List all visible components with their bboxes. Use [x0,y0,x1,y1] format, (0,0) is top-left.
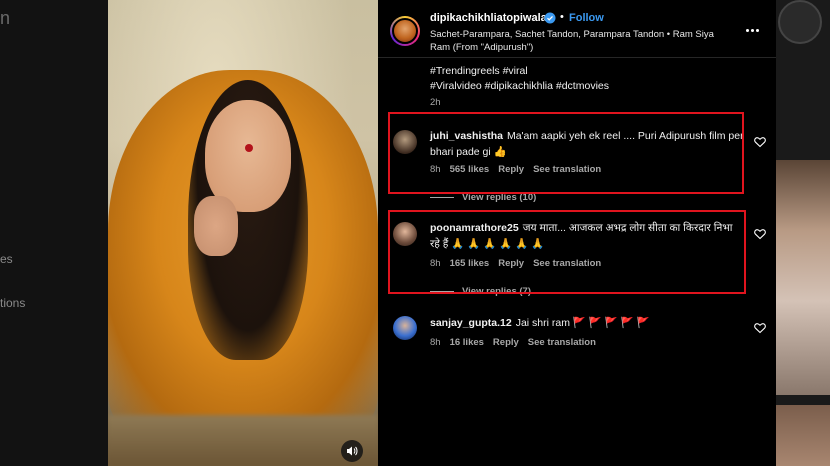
see-translation-button[interactable]: See translation [528,337,596,348]
sidebar-ghost-glyph: n [0,8,11,28]
follow-button[interactable]: Follow [569,12,604,24]
caption-hashtags[interactable]: #Viralvideo #dipikachikhlia #dctmovies [430,79,609,94]
caption-hashtags[interactable]: #Trendingreels #viral [430,64,609,79]
comment-likes[interactable]: 16 likes [450,337,484,348]
dimmed-avatar [778,0,822,44]
audio-track-link[interactable]: Sachet-Parampara, Sachet Tandon, Parampa… [430,28,730,54]
commenter-avatar[interactable] [393,316,417,340]
sidebar-ghost-item: es [0,252,13,266]
video-hand [194,196,238,256]
commenter-username[interactable]: sanjay_gupta.12 [430,317,512,329]
comments-panel: dipikachikhliatopiwala • Follow Sachet-P… [378,0,776,466]
comment-time: 8h [430,337,441,348]
caption-timestamp: 2h [430,97,441,108]
highlight-box [388,210,746,294]
comment-meta: 8h 16 likes Reply See translation [430,337,596,348]
sidebar-ghost-item: tions [0,296,26,310]
sound-toggle-button[interactable] [341,440,363,462]
more-options-icon [746,28,749,32]
highlight-box [388,112,744,194]
heart-icon[interactable] [754,322,766,334]
separator-dot: • [560,11,564,23]
video-bottom [108,415,378,466]
speaker-icon [347,446,358,456]
verified-badge-icon [544,12,556,24]
dimmed-photo [776,405,830,466]
dimmed-sidebar: n es tions [0,0,108,466]
video-bindi [245,144,253,152]
author-username[interactable]: dipikachikhliatopiwala [430,12,547,24]
post-header: dipikachikhliatopiwala • Follow Sachet-P… [378,0,776,58]
more-options-button[interactable] [746,22,766,38]
dimmed-background-right [776,0,830,466]
comment-item: sanjay_gupta.12 Jai shri ram 🚩 🚩 🚩 🚩 🚩 8h… [378,306,776,356]
reply-button[interactable]: Reply [493,337,519,348]
heart-icon[interactable] [754,228,766,240]
reel-video[interactable] [108,0,378,466]
comment-text: Jai shri ram 🚩 🚩 🚩 🚩 🚩 [515,317,650,329]
post-caption: #Trendingreels #viral #Viralvideo #dipik… [430,64,609,94]
author-avatar[interactable] [390,16,420,46]
comment-body: sanjay_gupta.12 Jai shri ram 🚩 🚩 🚩 🚩 🚩 [430,315,745,331]
dimmed-photo [776,160,830,395]
heart-icon[interactable] [754,136,766,148]
